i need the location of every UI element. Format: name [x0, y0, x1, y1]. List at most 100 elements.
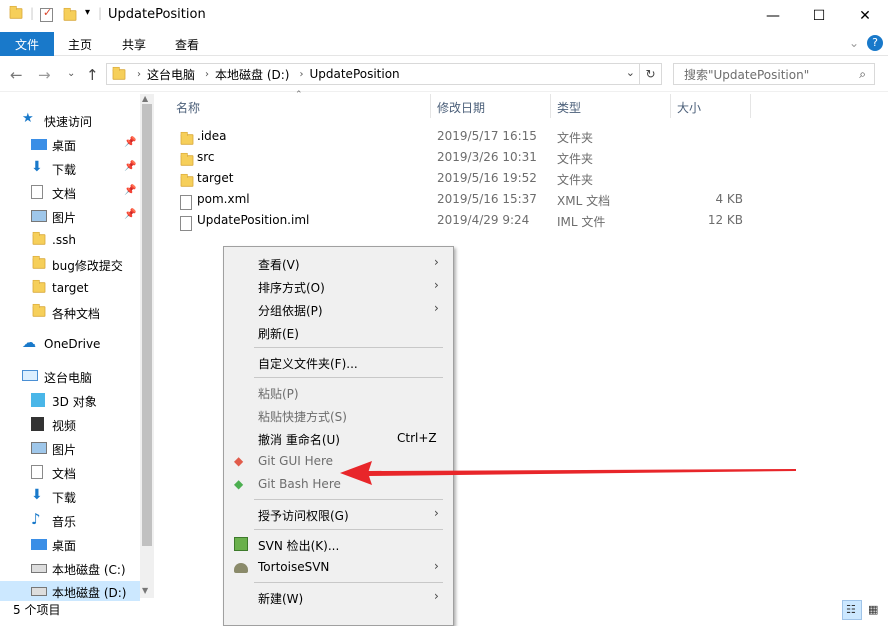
menu-item-view[interactable]: 查看(V) ›: [224, 252, 453, 275]
file-row[interactable]: target 2019/5/16 19:52 文件夹: [168, 168, 768, 189]
column-divider[interactable]: [430, 94, 431, 118]
chevron-right-icon[interactable]: ›: [205, 69, 209, 80]
details-view-button[interactable]: ☷: [842, 600, 862, 620]
help-icon[interactable]: ?: [867, 35, 883, 51]
sidebar-item-ssh[interactable]: .ssh: [0, 229, 140, 251]
qat-dropdown-icon[interactable]: ▾: [85, 7, 90, 18]
breadcrumb-drive-d[interactable]: 本地磁盘 (D:): [215, 66, 289, 83]
undo-shortcut: Ctrl+Z: [397, 431, 437, 445]
sidebar-item-bug-commit[interactable]: bug修改提交: [0, 253, 140, 275]
maximize-button[interactable]: ☐: [796, 0, 842, 32]
sidebar-item-quick-access[interactable]: ★ 快速访问: [0, 109, 140, 131]
column-type[interactable]: 类型: [557, 99, 581, 116]
pin-icon[interactable]: 📌: [124, 209, 136, 220]
menu-item-refresh[interactable]: 刷新(E): [224, 321, 453, 344]
chevron-right-icon[interactable]: ›: [137, 69, 141, 80]
menu-separator: [254, 347, 443, 348]
file-row[interactable]: .idea 2019/5/17 16:15 文件夹: [168, 126, 768, 147]
breadcrumb-updateposition[interactable]: UpdatePosition: [309, 67, 399, 81]
sidebar-scroll-thumb[interactable]: [142, 104, 152, 546]
desktop-icon: [31, 139, 47, 150]
column-size[interactable]: 大小: [677, 99, 701, 116]
column-divider[interactable]: [550, 94, 551, 118]
sidebar-item-desktop[interactable]: 桌面 📌: [0, 133, 140, 155]
large-icons-view-button[interactable]: ▦: [864, 600, 884, 620]
ribbon-expand-icon[interactable]: ⌄: [849, 36, 859, 50]
download-icon: ⬇: [31, 487, 43, 503]
item-count: 5 个项目: [13, 603, 61, 617]
search-icon[interactable]: ⌕: [859, 67, 866, 82]
sidebar-item-downloads[interactable]: ⬇ 下载 📌: [0, 157, 140, 179]
sidebar-item-pictures[interactable]: 图片 📌: [0, 205, 140, 227]
file-row[interactable]: UpdatePosition.iml 2019/4/29 9:24 IML 文件…: [168, 210, 768, 231]
pin-icon[interactable]: 📌: [124, 185, 136, 196]
properties-icon[interactable]: ✓: [40, 6, 53, 22]
music-icon: ♪: [31, 510, 41, 528]
sidebar-item-target[interactable]: target: [0, 277, 140, 299]
tab-home[interactable]: 主页: [68, 36, 92, 53]
back-icon[interactable]: ←: [10, 66, 23, 84]
computer-icon: [22, 370, 38, 381]
pictures-icon: [31, 210, 47, 222]
scroll-up-icon[interactable]: ▲: [142, 94, 148, 103]
menu-item-sort[interactable]: 排序方式(O) ›: [224, 275, 453, 298]
file-row[interactable]: src 2019/3/26 10:31 文件夹: [168, 147, 768, 168]
breadcrumb-this-pc[interactable]: 这台电脑: [147, 66, 195, 83]
menu-item-customize[interactable]: 自定义文件夹(F)...: [224, 351, 453, 374]
sidebar-item-music[interactable]: ♪ 音乐: [0, 509, 140, 531]
menu-item-tortoisesvn[interactable]: TortoiseSVN ›: [224, 556, 453, 579]
menu-item-paste[interactable]: 粘贴(P): [224, 381, 453, 404]
documents-icon: [31, 465, 43, 479]
column-name[interactable]: 名称: [176, 99, 200, 116]
new-folder-icon[interactable]: [62, 7, 78, 25]
menu-item-grant-access[interactable]: 授予访问权限(G) ›: [224, 503, 453, 526]
sidebar-item-this-pc[interactable]: 这台电脑: [0, 365, 140, 387]
pin-icon[interactable]: 📌: [124, 137, 136, 148]
sidebar-item-pc-documents[interactable]: 文档: [0, 461, 140, 483]
recent-locations-icon[interactable]: ⌄: [67, 68, 75, 79]
menu-item-svn-checkout[interactable]: SVN 检出(K)...: [224, 533, 453, 556]
up-icon[interactable]: ↑: [86, 66, 99, 84]
chevron-right-icon[interactable]: ›: [299, 69, 303, 80]
minimize-button[interactable]: —: [750, 0, 796, 32]
menu-item-undo[interactable]: 撤消 重命名(U) Ctrl+Z: [224, 427, 453, 450]
git-icon: ◆: [234, 454, 244, 468]
sidebar-item-3d-objects[interactable]: 3D 对象: [0, 389, 140, 411]
sidebar-item-pc-desktop[interactable]: 桌面: [0, 533, 140, 555]
address-bar[interactable]: › 这台电脑 › 本地磁盘 (D:) › UpdatePosition ⌄: [106, 63, 640, 85]
tab-file[interactable]: 文件: [0, 32, 54, 56]
menu-item-paste-shortcut[interactable]: 粘贴快捷方式(S): [224, 404, 453, 427]
forward-icon[interactable]: →: [38, 66, 51, 84]
tab-view[interactable]: 查看: [175, 36, 199, 53]
tab-share[interactable]: 共享: [122, 36, 146, 53]
drive-icon: [31, 564, 47, 573]
address-dropdown-icon[interactable]: ⌄: [626, 66, 635, 79]
sidebar-item-drive-c[interactable]: 本地磁盘 (C:): [0, 557, 140, 579]
video-icon: [31, 417, 44, 431]
sidebar-item-pc-pictures[interactable]: 图片: [0, 437, 140, 459]
file-row[interactable]: pom.xml 2019/5/16 15:37 XML 文档 4 KB: [168, 189, 768, 210]
scroll-down-icon[interactable]: ▼: [142, 586, 148, 595]
pictures-icon: [31, 442, 47, 454]
sidebar-item-various-docs[interactable]: 各种文档: [0, 301, 140, 323]
drive-icon: [31, 587, 47, 596]
qat-divider: |: [30, 6, 35, 20]
menu-item-git-gui[interactable]: ◆ Git GUI Here: [224, 450, 453, 473]
sidebar-item-onedrive[interactable]: ☁ OneDrive: [0, 333, 140, 355]
sort-up-icon: ⌃: [295, 90, 303, 100]
refresh-icon[interactable]: ↻: [640, 63, 662, 85]
column-divider[interactable]: [750, 94, 751, 118]
close-button[interactable]: ✕: [842, 0, 888, 32]
sidebar-item-documents[interactable]: 文档 📌: [0, 181, 140, 203]
search-input[interactable]: 搜索"UpdatePosition" ⌕: [673, 63, 875, 85]
sidebar-item-videos[interactable]: 视频: [0, 413, 140, 435]
menu-item-group[interactable]: 分组依据(P) ›: [224, 298, 453, 321]
menu-item-git-bash[interactable]: ◆ Git Bash Here: [224, 473, 453, 496]
star-icon: ★: [22, 111, 34, 126]
navigation-pane: ★ 快速访问 桌面 📌 ⬇ 下载 📌 文档 📌 图片 📌 .ssh bug修改提…: [0, 94, 154, 598]
pin-icon[interactable]: 📌: [124, 161, 136, 172]
column-date[interactable]: 修改日期: [437, 99, 485, 116]
sidebar-item-pc-downloads[interactable]: ⬇ 下载: [0, 485, 140, 507]
column-divider[interactable]: [670, 94, 671, 118]
menu-item-new[interactable]: 新建(W) ›: [224, 586, 453, 609]
